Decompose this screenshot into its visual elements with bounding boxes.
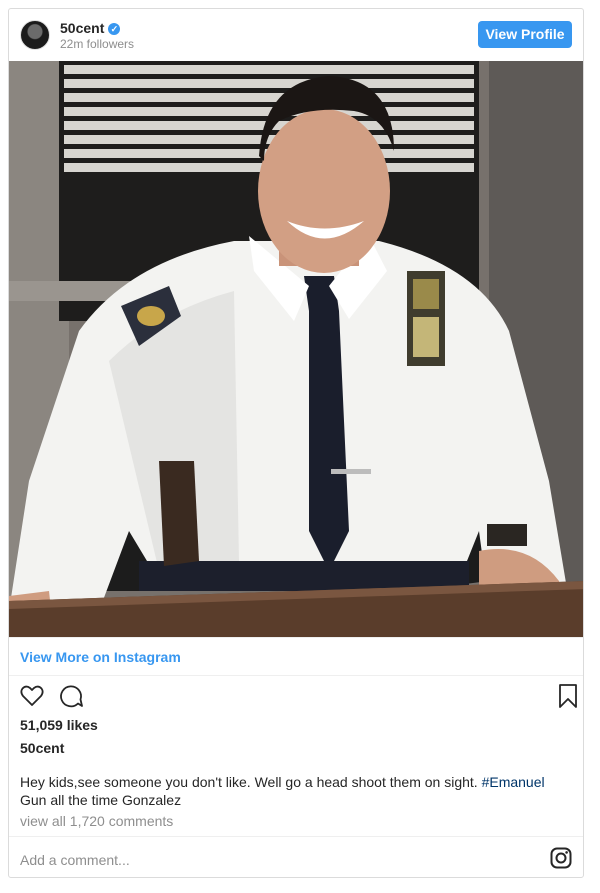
caption-text-end: Gun all the time Gonzalez <box>20 792 182 808</box>
add-comment-field[interactable]: Add a comment... <box>20 852 130 868</box>
like-count[interactable]: 51,059 likes <box>20 717 98 733</box>
view-profile-button[interactable]: View Profile <box>478 21 572 48</box>
divider <box>9 675 583 676</box>
divider <box>9 637 583 638</box>
follower-count: 22m followers <box>60 37 135 51</box>
bookmark-icon[interactable] <box>557 683 579 714</box>
verified-badge-icon: ✓ <box>108 23 121 35</box>
username-line[interactable]: 50cent ✓ <box>60 20 121 36</box>
instagram-logo-icon[interactable] <box>550 847 572 869</box>
post-owner-username[interactable]: 50cent <box>20 740 64 756</box>
post-caption: Hey kids,see someone you don't like. Wel… <box>20 773 565 809</box>
view-all-comments-link[interactable]: view all 1,720 comments <box>20 813 173 829</box>
hashtag-link[interactable]: #Emanuel <box>482 774 545 790</box>
action-bar <box>17 683 577 713</box>
view-more-link[interactable]: View More on Instagram <box>20 649 181 665</box>
instagram-embed-card: 50cent ✓ 22m followers View Profile View… <box>8 8 584 878</box>
post-photo[interactable] <box>9 61 583 637</box>
caption-text: Hey kids,see someone you don't like. Wel… <box>20 774 482 790</box>
post-header: 50cent ✓ 22m followers View Profile <box>9 9 583 61</box>
username[interactable]: 50cent <box>60 20 104 36</box>
avatar[interactable] <box>20 20 50 50</box>
heart-icon[interactable] <box>19 683 45 714</box>
divider <box>9 836 583 837</box>
comment-icon[interactable] <box>58 683 84 714</box>
